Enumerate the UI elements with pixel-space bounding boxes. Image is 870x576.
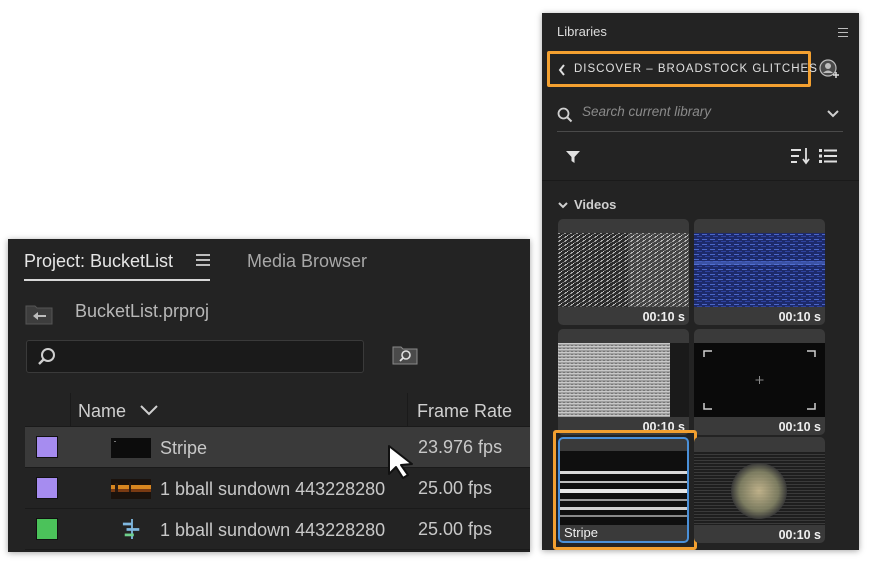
divider (542, 180, 859, 181)
video-duration: 00:10 s (778, 420, 821, 434)
section-label: Videos (574, 197, 617, 212)
project-file-name: BucketList.prproj (75, 301, 210, 321)
tab-media-browser[interactable]: Media Browser (247, 251, 367, 272)
frame-rate-column-header[interactable]: Frame Rate (417, 401, 512, 422)
label-color-swatch[interactable] (36, 436, 58, 458)
table-row[interactable]: 1 bball sundown 443228280 25.00 fps (25, 468, 530, 509)
filter-icon[interactable] (565, 149, 581, 165)
table-row[interactable]: Stripe 23.976 fps (25, 427, 530, 468)
video-tile[interactable]: 00:10 s (694, 437, 825, 543)
video-tile[interactable]: 00:10 s (558, 219, 689, 325)
panel-tabs: Project: BucketList Media Browser (8, 239, 530, 283)
sequence-icon (122, 519, 140, 539)
table-header: Name Frame Rate (25, 393, 530, 427)
project-items-table: Name Frame Rate Stripe 23.976 fps 1 bbal… (25, 393, 530, 550)
pointer-cursor-icon (388, 445, 413, 479)
clip-name: 1 bball sundown 443228280 (160, 479, 386, 499)
label-column-header[interactable] (25, 393, 71, 427)
libraries-panel: Libraries DISCOVER – BROADSTOCK GLITCHES… (542, 13, 859, 550)
sort-icon[interactable] (791, 147, 811, 165)
panel-menu-icon[interactable] (838, 28, 848, 40)
video-tile[interactable]: 00:10 s (694, 219, 825, 325)
column-divider[interactable] (407, 393, 408, 427)
clip-name: 1 bball sundown 443228280 (160, 520, 386, 540)
find-in-bin-icon[interactable] (392, 344, 418, 366)
label-color-swatch[interactable] (36, 518, 58, 540)
video-tile[interactable]: 00:10 s (558, 329, 689, 435)
name-column-header[interactable]: Name (78, 401, 126, 422)
table-row[interactable]: 1 bball sundown 443228280 25.00 fps (25, 509, 530, 550)
project-panel: Project: BucketList Media Browser Bucket… (8, 239, 530, 552)
video-duration: 00:10 s (778, 528, 821, 542)
videos-section-header[interactable]: Videos (558, 197, 616, 212)
chevron-down-icon[interactable] (827, 110, 839, 118)
clip-thumbnail (111, 479, 151, 499)
video-tile[interactable]: 00:10 s (694, 329, 825, 435)
list-view-icon[interactable] (819, 148, 837, 164)
search-placeholder: Search current library (582, 104, 712, 119)
library-search-input[interactable]: Search current library (557, 102, 843, 132)
sort-descending-icon[interactable] (139, 404, 159, 416)
active-tab-underline (24, 279, 210, 281)
clip-frame-rate: 25.00 fps (418, 478, 493, 498)
library-breadcrumb-button[interactable]: DISCOVER – BROADSTOCK GLITCHES (547, 51, 817, 87)
chevron-left-icon (558, 64, 565, 76)
video-thumbnail (694, 233, 825, 307)
search-icon (557, 107, 573, 123)
chevron-down-icon (558, 202, 568, 209)
clip-frame-rate: 25.00 fps (418, 519, 493, 539)
tab-project[interactable]: Project: BucketList (24, 251, 173, 272)
label-color-swatch[interactable] (36, 477, 58, 499)
search-icon (38, 348, 55, 365)
video-thumbnail (694, 343, 825, 417)
project-search-input[interactable] (26, 340, 364, 373)
video-thumbnail (558, 233, 689, 307)
video-thumbnail (694, 451, 825, 525)
video-thumbnail (558, 343, 689, 417)
breadcrumb-label: DISCOVER – BROADSTOCK GLITCHES (574, 63, 818, 75)
video-duration: 00:10 s (778, 310, 821, 324)
clip-frame-rate: 23.976 fps (418, 437, 503, 457)
highlight-outline (553, 430, 697, 550)
project-folder-icon (25, 305, 53, 325)
video-duration: 00:10 s (642, 310, 685, 324)
panel-menu-icon[interactable] (196, 254, 210, 266)
clip-thumbnail (111, 438, 151, 458)
add-collaborator-icon[interactable] (819, 59, 841, 79)
panel-title: Libraries (557, 24, 607, 39)
clip-name: Stripe (160, 438, 208, 458)
